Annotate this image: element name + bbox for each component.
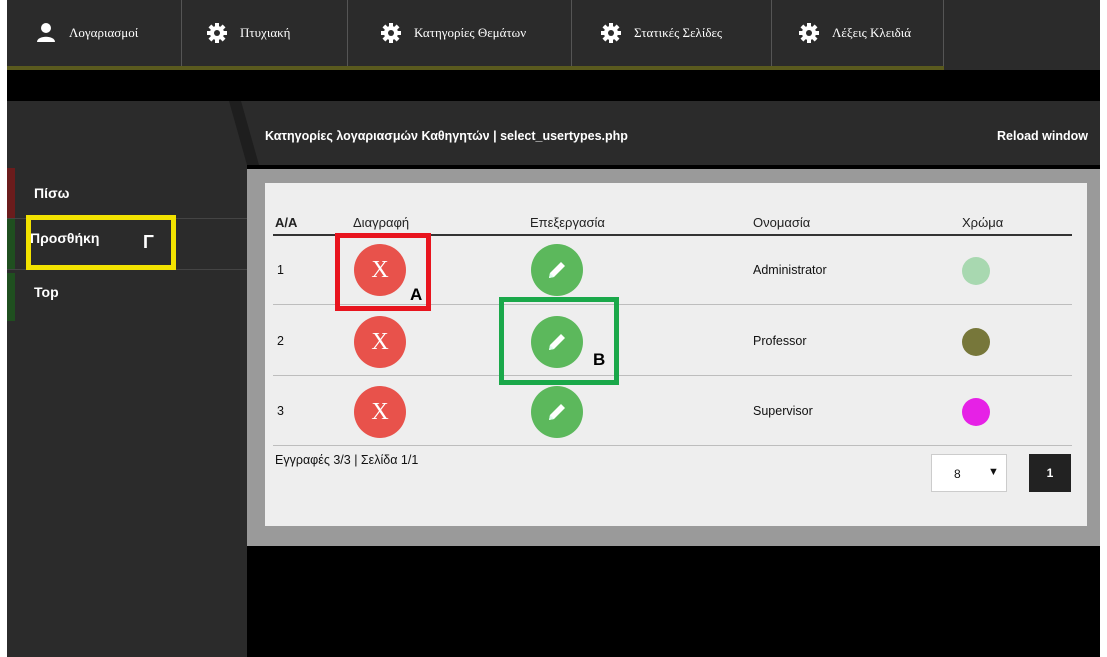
user-icon	[35, 22, 57, 44]
annotation-label-g: Γ	[143, 232, 154, 252]
sidebar-item-edge	[7, 168, 15, 218]
gear-icon	[798, 22, 820, 44]
sidebar-item-edge	[7, 219, 15, 269]
row-aa: 3	[277, 404, 284, 418]
content-panel: A/A Διαγραφή Επεξεργασία Ονομασία Χρώμα …	[247, 169, 1100, 546]
chevron-down-icon: ▼	[988, 466, 999, 478]
column-header-delete: Διαγραφή	[353, 215, 410, 230]
sidebar-item-back[interactable]: Πίσω	[7, 168, 247, 218]
pencil-icon	[549, 404, 565, 420]
per-page-value: 8	[954, 467, 961, 481]
nav-underline	[7, 66, 944, 70]
color-swatch	[962, 257, 990, 285]
annotation-label-b: B	[593, 350, 606, 369]
nav-item-accounts[interactable]: Λογαριασμοί	[7, 0, 182, 66]
per-page-select[interactable]: 8 ▼	[931, 454, 1007, 492]
page-button[interactable]: 1	[1029, 454, 1071, 492]
gear-icon	[206, 22, 228, 44]
column-header-edit: Επεξεργασία	[530, 215, 605, 230]
nav-item-static-pages[interactable]: Στατικές Σελίδες	[572, 0, 772, 66]
nav-item-label: Λέξεις Κλειδιά	[832, 25, 912, 40]
nav-item-keywords[interactable]: Λέξεις Κλειδιά	[772, 0, 944, 66]
nav-item-topic-categories[interactable]: Κατηγορίες Θεμάτων	[348, 0, 572, 66]
edit-button[interactable]	[531, 244, 583, 296]
annotation-label-a: A	[410, 285, 423, 304]
color-swatch	[962, 328, 990, 356]
sidebar-item-label: Πίσω	[34, 185, 70, 201]
sidebar-item-edge	[7, 273, 15, 321]
row-divider	[273, 445, 1072, 446]
top-nav: Λογαριασμοί Πτυχιακή Κατηγορίες Θεμάτων …	[7, 0, 1100, 70]
edit-button[interactable]	[531, 386, 583, 438]
nav-item-label: Πτυχιακή	[240, 25, 291, 40]
sidebar-item-top[interactable]: Top	[7, 273, 247, 321]
row-divider	[273, 375, 1072, 376]
delete-button[interactable]: X	[354, 316, 406, 368]
nav-item-label: Κατηγορίες Θεμάτων	[414, 25, 527, 40]
row-aa: 1	[277, 263, 284, 277]
pencil-icon	[549, 262, 565, 278]
annotation-box-b	[499, 297, 619, 385]
color-swatch	[962, 398, 990, 426]
column-header-color: Χρώμα	[962, 215, 1004, 230]
content-header: Κατηγορίες λογαριασμών Καθηγητών | selec…	[229, 101, 1100, 165]
sidebar-item-label: Top	[34, 284, 59, 300]
row-name: Professor	[753, 334, 807, 348]
delete-button[interactable]: X	[354, 386, 406, 438]
nav-item-label: Στατικές Σελίδες	[634, 25, 723, 40]
column-header-name: Ονομασία	[753, 215, 811, 230]
page-title: Κατηγορίες λογαριασμών Καθηγητών | selec…	[265, 129, 628, 143]
gear-icon	[600, 22, 622, 44]
nav-item-thesis[interactable]: Πτυχιακή	[182, 0, 348, 66]
row-name: Administrator	[753, 263, 827, 277]
row-name: Supervisor	[753, 404, 813, 418]
row-aa: 2	[277, 334, 284, 348]
sidebar: Πίσω Προσθήκη Top	[7, 101, 247, 657]
column-header-aa: A/A	[275, 215, 298, 230]
nav-item-label: Λογαριασμοί	[69, 25, 139, 40]
app-frame: Λογαριασμοί Πτυχιακή Κατηγορίες Θεμάτων …	[7, 0, 1100, 657]
header-slant	[229, 101, 259, 165]
records-info: Εγγραφές 3/3 | Σελίδα 1/1	[275, 453, 419, 467]
gear-icon	[380, 22, 402, 44]
reload-window-link[interactable]: Reload window	[997, 129, 1088, 143]
